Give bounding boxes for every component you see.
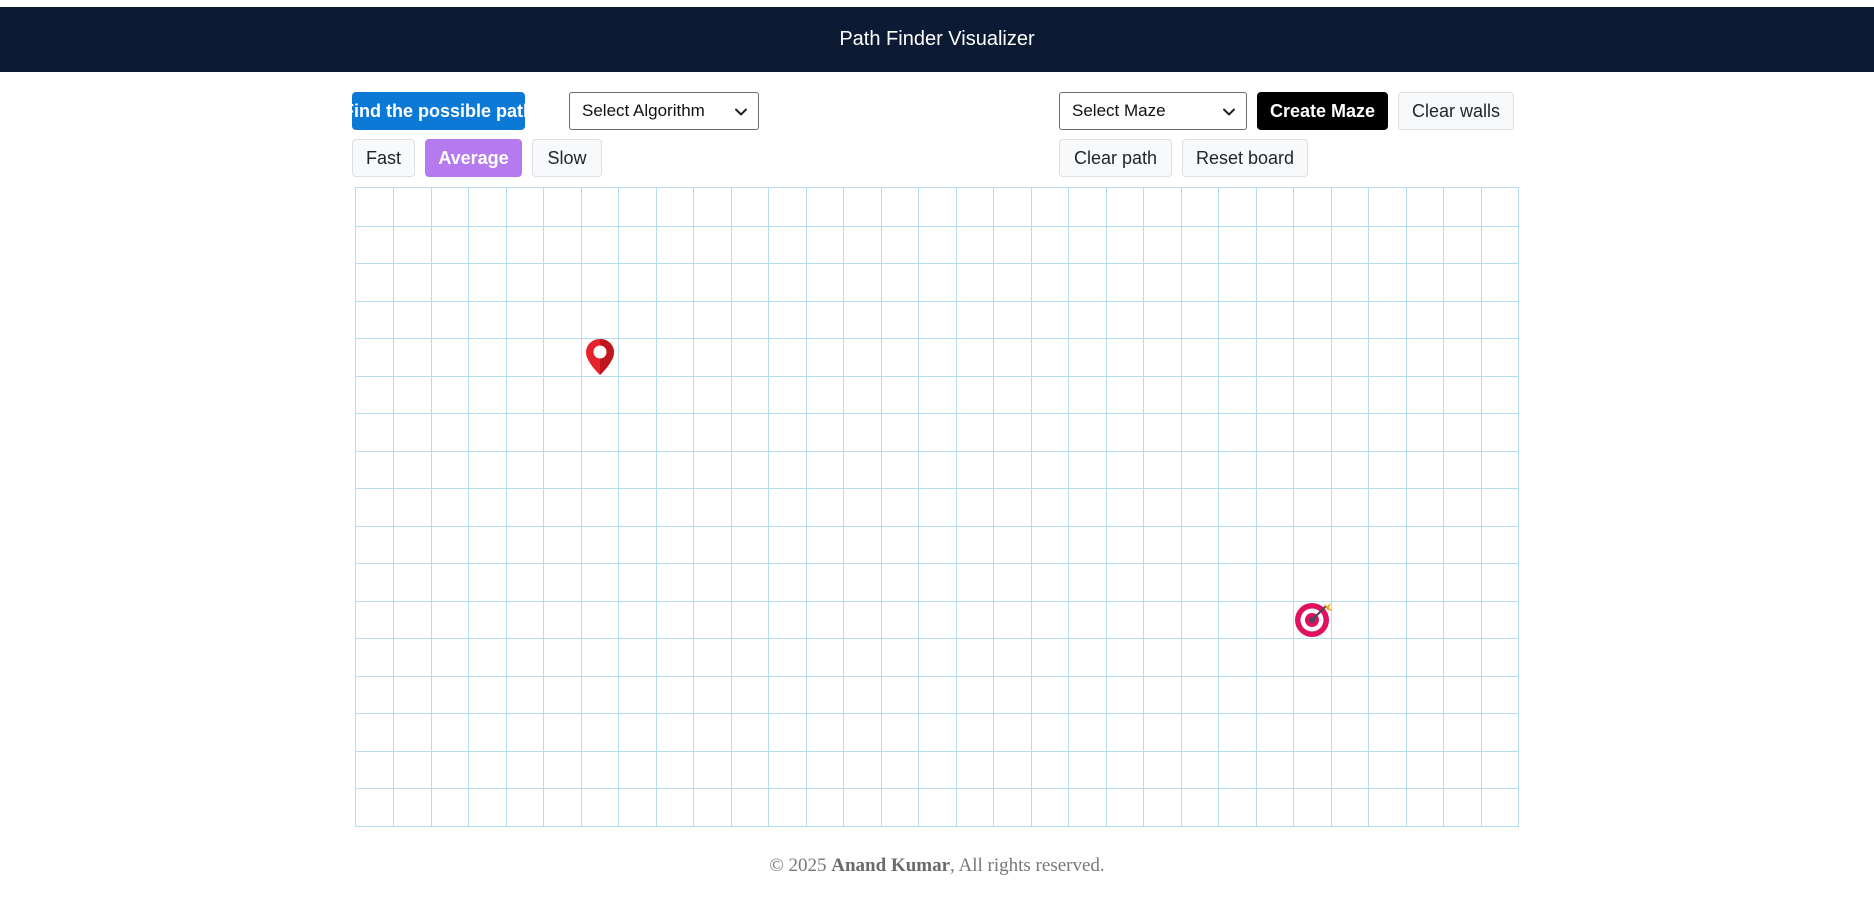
clear-walls-button[interactable]: Clear walls [1398, 92, 1514, 130]
grid-board[interactable] [355, 187, 1519, 827]
footer-rights: , All rights reserved. [950, 855, 1105, 876]
speed-average-button[interactable]: Average [425, 139, 522, 177]
create-maze-button[interactable]: Create Maze [1257, 92, 1388, 130]
footer-author: Anand Kumar [831, 855, 951, 876]
find-path-button[interactable]: Find the possible path [343, 92, 534, 130]
map-pin-icon[interactable] [585, 338, 615, 376]
maze-select[interactable]: Select Maze [1059, 92, 1247, 130]
app-header: Path Finder Visualizer [0, 7, 1874, 72]
speed-slow-button[interactable]: Slow [532, 139, 602, 177]
algorithm-select-value: Select Algorithm [582, 101, 705, 120]
grid-lines [356, 188, 1518, 826]
clear-path-button[interactable]: Clear path [1059, 139, 1172, 177]
app-title: Path Finder Visualizer [839, 28, 1035, 50]
algorithm-select[interactable]: Select Algorithm [569, 92, 759, 130]
maze-select-value: Select Maze [1072, 101, 1166, 120]
speed-fast-button[interactable]: Fast [352, 139, 415, 177]
chevron-down-icon [735, 108, 747, 116]
footer-copyright: © 2025 [769, 855, 832, 876]
reset-board-button[interactable]: Reset board [1182, 139, 1308, 177]
footer: © 2025 Anand Kumar, All rights reserved. [0, 855, 1874, 877]
chevron-down-icon [1223, 108, 1235, 116]
target-icon[interactable] [1294, 599, 1334, 639]
